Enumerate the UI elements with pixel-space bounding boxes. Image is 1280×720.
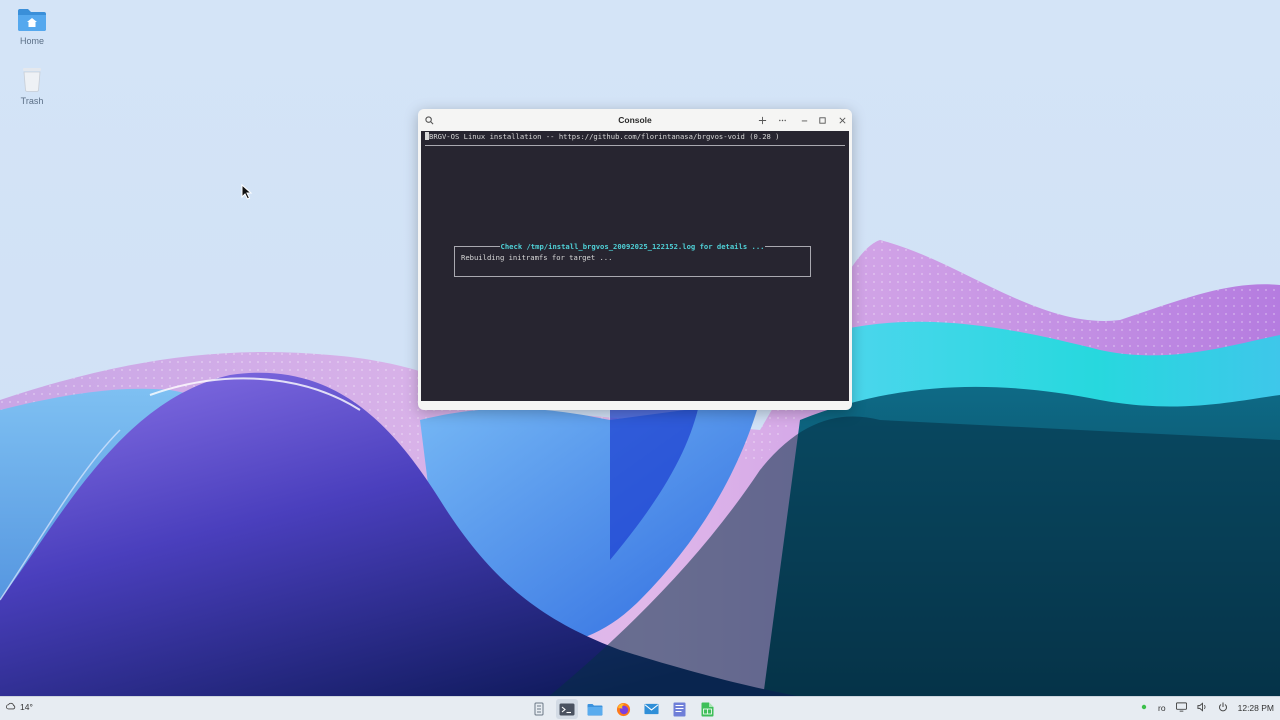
firefox-icon[interactable] <box>612 699 634 719</box>
folder-home-icon <box>2 8 62 34</box>
weather-cloud-icon <box>6 702 16 712</box>
terminal-header-text: BRGV-OS Linux installation -- https://gi… <box>429 132 780 141</box>
file-manager-icon[interactable] <box>584 699 606 719</box>
dialog-title-text: Check /tmp/install_brgvos_20092025_12215… <box>499 242 766 251</box>
maximize-icon[interactable] <box>816 114 828 126</box>
trash-icon <box>2 64 62 94</box>
terminal-divider <box>425 145 845 146</box>
desktop-icon-trash[interactable]: Trash <box>2 64 62 106</box>
console-window[interactable]: Console BRGV-OS Linux installation -- ht… <box>418 109 852 410</box>
window-titlebar[interactable]: Console <box>418 109 852 131</box>
status-indicator-icon[interactable] <box>1140 703 1148 713</box>
clock[interactable]: 12:28 PM <box>1238 703 1274 713</box>
minimize-icon[interactable] <box>798 114 810 126</box>
terminal-header-line: BRGV-OS Linux installation -- https://gi… <box>425 132 780 141</box>
power-icon[interactable] <box>1218 702 1228 714</box>
text-editor-icon[interactable] <box>668 699 690 719</box>
progress-dialog: Check /tmp/install_brgvos_20092025_12215… <box>454 242 811 277</box>
mail-icon[interactable] <box>640 699 662 719</box>
desktop-icon-label: Trash <box>20 96 44 106</box>
taskbar-apps <box>528 699 718 719</box>
terminal-area[interactable]: BRGV-OS Linux installation -- https://gi… <box>421 131 849 401</box>
app-launcher-icon[interactable] <box>528 699 550 719</box>
more-icon[interactable] <box>776 114 788 126</box>
desktop: Home Trash Console BRGV-OS Linux install… <box>0 0 1280 720</box>
network-icon[interactable] <box>1175 702 1187 714</box>
new-tab-icon[interactable] <box>756 114 768 126</box>
spreadsheet-icon[interactable] <box>696 699 718 719</box>
weather-widget[interactable]: 14° <box>6 702 33 712</box>
desktop-icon-label: Home <box>19 36 44 46</box>
desktop-icon-home[interactable]: Home <box>2 8 62 46</box>
mouse-cursor-icon <box>241 184 253 200</box>
dialog-message: Rebuilding initramfs for target ... <box>461 253 613 262</box>
close-icon[interactable] <box>836 114 848 126</box>
keyboard-layout[interactable]: ro <box>1158 703 1166 713</box>
dialog-title: Check /tmp/install_brgvos_20092025_12215… <box>455 242 810 251</box>
terminal-icon[interactable] <box>556 699 578 719</box>
taskbar: 14° ro 12:28 PM <box>0 696 1280 720</box>
volume-icon[interactable] <box>1197 702 1208 714</box>
weather-temperature: 14° <box>20 702 33 712</box>
system-tray: ro 12:28 PM <box>1140 702 1274 714</box>
